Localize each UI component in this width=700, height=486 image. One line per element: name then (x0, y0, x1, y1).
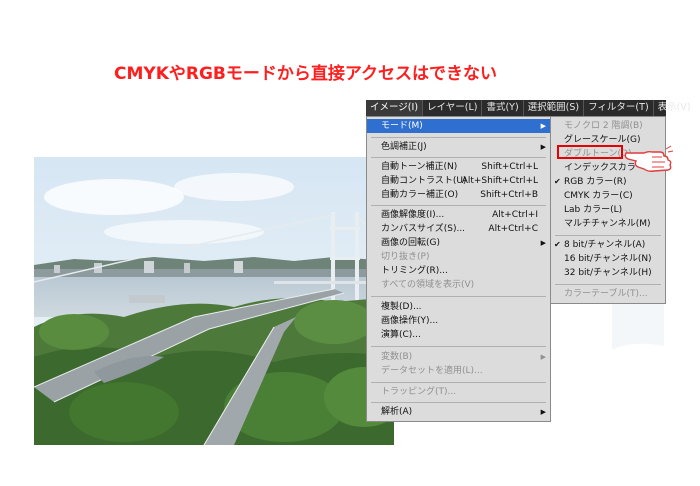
separator (371, 137, 546, 138)
bridge-highway-photo (34, 157, 394, 445)
menu-item-label: 自動カラー補正(O) (381, 190, 459, 200)
menu-item-label: トラッピング(T)... (381, 387, 457, 397)
mode-cmyk[interactable]: CMYK カラー(C) (551, 189, 665, 203)
submenu-arrow-icon: ▶ (540, 353, 546, 361)
menu-item-trim[interactable]: トリミング(R)... (367, 264, 550, 278)
menu-item-label: カラーテーブル(T)... (564, 289, 648, 299)
image-menu: モード(M) ▶ 色調補正(J) ▶ 自動トーン補正(N) Shift+Ctrl… (366, 116, 551, 422)
separator (371, 346, 546, 347)
menu-item-label: 切り抜き(P) (381, 252, 430, 262)
menu-item-label: 演算(C)... (381, 330, 421, 340)
menu-item-calculations[interactable]: 演算(C)... (367, 328, 550, 342)
menu-item-shortcut: Alt+Ctrl+C (488, 224, 538, 234)
separator (371, 402, 546, 403)
menu-item-label: トリミング(R)... (381, 266, 448, 276)
check-icon: ✔ (554, 240, 561, 249)
submenu-arrow-icon: ▶ (540, 239, 546, 247)
menu-layer[interactable]: レイヤー(L) (423, 100, 483, 116)
menu-item-auto-color[interactable]: 自動カラー補正(O) Shift+Ctrl+B (367, 188, 550, 202)
menu-item-analysis[interactable]: 解析(A) ▶ (367, 405, 550, 419)
menu-item-label: 解析(A) (381, 407, 413, 417)
menu-item-label: カンバスサイズ(S)... (381, 224, 466, 234)
mode-8bit[interactable]: ✔ 8 bit/チャンネル(A) (551, 238, 665, 252)
menu-item-label: モノクロ 2 階調(B) (564, 121, 643, 131)
menu-item-label: 画像解像度(I)... (381, 210, 445, 220)
separator (371, 382, 546, 383)
mode-rgb[interactable]: ✔ RGB カラー(R) (551, 175, 665, 189)
menu-select[interactable]: 選択範囲(S) (524, 100, 585, 116)
duotone-highlight-box (557, 145, 623, 159)
menu-filter[interactable]: フィルター(T) (584, 100, 654, 116)
menu-item-label: 自動トーン補正(N) (381, 162, 458, 172)
menu-item-apply-dataset: データセットを適用(L)... (367, 364, 550, 378)
menu-item-label: 画像操作(Y)... (381, 316, 439, 326)
photo-canvas (34, 157, 394, 445)
menu-item-adjustments[interactable]: 色調補正(J) ▶ (367, 140, 550, 154)
submenu-arrow-icon: ▶ (540, 143, 546, 151)
menu-item-label: モード(M) (381, 121, 423, 131)
menu-item-variables: 変数(B) ▶ (367, 350, 550, 364)
separator (371, 205, 546, 206)
photo-edge-strip (612, 290, 664, 445)
menubar: イメージ(I) レイヤー(L) 書式(Y) 選択範囲(S) フィルター(T) 表… (366, 100, 691, 116)
mode-bitmap: モノクロ 2 階調(B) (551, 119, 665, 133)
menu-item-canvas-size[interactable]: カンバスサイズ(S)... Alt+Ctrl+C (367, 222, 550, 236)
mode-16bit[interactable]: 16 bit/チャンネル(N) (551, 252, 665, 266)
submenu-arrow-icon: ▶ (540, 408, 546, 416)
submenu-arrow-icon: ▶ (540, 122, 546, 130)
menu-item-reveal-all: すべての領域を表示(V) (367, 278, 550, 292)
check-icon: ✔ (554, 177, 561, 186)
menu-image[interactable]: イメージ(I) (366, 100, 424, 116)
menu-item-label: 自動コントラスト(U) (381, 176, 467, 186)
menu-item-shortcut: Shift+Ctrl+L (481, 162, 538, 172)
menu-item-shortcut: Alt+Ctrl+I (492, 210, 538, 220)
menu-item-label: 画像の回転(G) (381, 238, 440, 248)
menu-item-shortcut: Alt+Shift+Ctrl+L (461, 176, 538, 186)
menu-view[interactable]: 表示(V) (654, 100, 695, 116)
menu-item-label: マルチチャンネル(M) (564, 219, 651, 229)
menu-item-label: 32 bit/チャンネル(H) (564, 268, 652, 278)
menu-item-apply-image[interactable]: 画像操作(Y)... (367, 314, 550, 328)
menu-item-label: データセットを適用(L)... (381, 366, 483, 376)
menu-item-duplicate[interactable]: 複製(D)... (367, 300, 550, 314)
mode-color-table: カラーテーブル(T)... (551, 287, 665, 301)
menu-item-label: 複製(D)... (381, 302, 422, 312)
menu-item-label: 変数(B) (381, 352, 413, 362)
mode-multichannel[interactable]: マルチチャンネル(M) (551, 217, 665, 231)
separator (555, 235, 661, 236)
menu-item-mode[interactable]: モード(M) ▶ (367, 119, 550, 133)
menu-item-label: Lab カラー(L) (564, 205, 623, 215)
mode-lab[interactable]: Lab カラー(L) (551, 203, 665, 217)
menu-item-label: 16 bit/チャンネル(N) (564, 254, 652, 264)
separator (555, 284, 661, 285)
mode-32bit[interactable]: 32 bit/チャンネル(H) (551, 266, 665, 280)
menu-item-rotation[interactable]: 画像の回転(G) ▶ (367, 236, 550, 250)
menu-type[interactable]: 書式(Y) (482, 100, 524, 116)
menu-item-label: CMYK カラー(C) (564, 191, 633, 201)
separator (371, 157, 546, 158)
menu-item-crop: 切り抜き(P) (367, 250, 550, 264)
menu-item-label: RGB カラー(R) (564, 177, 627, 187)
separator (371, 296, 546, 297)
menu-item-label: 色調補正(J) (381, 142, 427, 152)
menu-item-label: すべての領域を表示(V) (381, 280, 475, 290)
menu-item-image-size[interactable]: 画像解像度(I)... Alt+Ctrl+I (367, 208, 550, 222)
pointing-hand-icon (624, 143, 674, 175)
menu-item-auto-contrast[interactable]: 自動コントラスト(U) Alt+Shift+Ctrl+L (367, 174, 550, 188)
menu-item-label: 8 bit/チャンネル(A) (564, 240, 646, 250)
menu-item-shortcut: Shift+Ctrl+B (480, 190, 538, 200)
menu-item-auto-tone[interactable]: 自動トーン補正(N) Shift+Ctrl+L (367, 160, 550, 174)
headline: CMYKやRGBモードから直接アクセスはできない (114, 64, 498, 84)
menu-item-trap: トラッピング(T)... (367, 385, 550, 399)
